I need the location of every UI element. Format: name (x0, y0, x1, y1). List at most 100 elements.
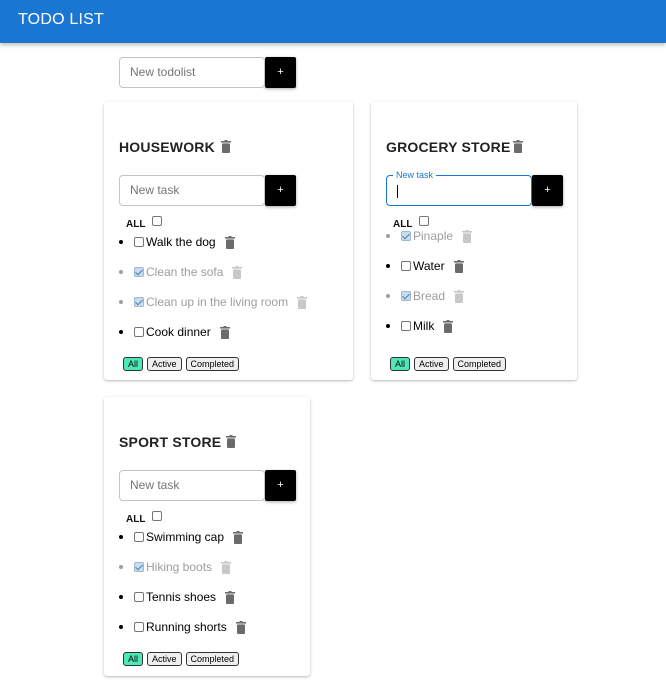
delete-task-icon[interactable] (453, 259, 464, 273)
task-label: Walk the dog (146, 235, 216, 249)
task-label: Running shorts (146, 620, 227, 634)
delete-task-icon[interactable] (235, 620, 246, 634)
filter-active-button[interactable]: Active (414, 357, 449, 371)
task-checkbox[interactable] (134, 237, 144, 247)
add-task-button[interactable]: + (532, 175, 563, 206)
task-item: Pinaple (386, 228, 473, 244)
bullet-icon (386, 234, 390, 238)
task-item: Clean up in the living room (119, 294, 308, 310)
task-label: Clean the sofa (146, 265, 224, 279)
task-label: Water (413, 259, 445, 273)
new-todolist-input[interactable]: New todolist (119, 57, 265, 88)
task-item: Hiking boots (119, 559, 232, 575)
delete-task-icon[interactable] (462, 229, 473, 243)
select-all-row: ALL (126, 511, 162, 525)
bullet-icon (119, 625, 123, 629)
add-task-button[interactable]: + (265, 470, 296, 501)
bullet-icon (386, 264, 390, 268)
task-label: Hiking boots (146, 560, 213, 574)
task-label: Pinaple (413, 229, 454, 243)
delete-task-icon[interactable] (225, 590, 236, 604)
app-title: TODO LIST (18, 11, 104, 28)
task-label: Milk (413, 319, 435, 333)
task-checkbox[interactable] (401, 231, 411, 241)
new-task-input[interactable]: New task (386, 170, 532, 206)
delete-task-icon[interactable] (219, 325, 230, 339)
new-todolist-form: New todolist + (119, 57, 296, 88)
bullet-icon (119, 270, 123, 274)
select-all-checkbox[interactable] (152, 216, 162, 226)
filter-bar: All Active Completed (123, 652, 240, 666)
bullet-icon (386, 294, 390, 298)
bullet-icon (119, 240, 123, 244)
bullet-icon (386, 324, 390, 328)
filter-bar: All Active Completed (123, 357, 240, 371)
list-title: GROCERY STORE (386, 139, 511, 155)
add-todolist-button[interactable]: + (265, 57, 296, 88)
delete-task-icon[interactable] (297, 295, 308, 309)
filter-bar: All Active Completed (390, 357, 507, 371)
select-all-checkbox[interactable] (152, 511, 162, 521)
bullet-icon (119, 595, 123, 599)
task-item: Milk (386, 318, 454, 334)
task-item: Running shorts (119, 619, 246, 635)
filter-all-button[interactable]: All (123, 652, 144, 666)
new-task-input[interactable]: New task (119, 470, 265, 501)
task-label: Tennis shoes (146, 590, 217, 604)
app-bar: TODO LIST (0, 0, 666, 43)
delete-task-icon[interactable] (233, 530, 244, 544)
task-checkbox[interactable] (134, 267, 144, 277)
filter-completed-button[interactable]: Completed (185, 652, 240, 666)
task-item: Cook dinner (119, 324, 230, 340)
delete-list-icon[interactable] (226, 435, 236, 448)
filter-completed-button[interactable]: Completed (185, 357, 240, 371)
bullet-icon (119, 300, 123, 304)
list-title: SPORT STORE (119, 434, 222, 450)
add-task-button[interactable]: + (265, 175, 296, 206)
task-item: Water (386, 258, 464, 274)
todolist-card-housework: HOUSEWORK New task + ALL Walk the dog Cl… (104, 102, 353, 380)
filter-all-button[interactable]: All (123, 357, 144, 371)
text-cursor (397, 185, 398, 198)
task-checkbox[interactable] (401, 291, 411, 301)
task-item: Swimming cap (119, 529, 244, 545)
select-all-label: ALL (126, 514, 146, 525)
filter-active-button[interactable]: Active (147, 357, 182, 371)
bullet-icon (119, 535, 123, 539)
select-all-label: ALL (126, 219, 146, 230)
delete-list-icon[interactable] (221, 140, 231, 153)
task-checkbox[interactable] (134, 297, 144, 307)
task-checkbox[interactable] (401, 261, 411, 271)
task-item: Bread (386, 288, 465, 304)
task-checkbox[interactable] (134, 532, 144, 542)
task-checkbox[interactable] (134, 562, 144, 572)
task-label: Cook dinner (146, 325, 211, 339)
task-label: Swimming cap (146, 530, 225, 544)
new-task-form: New task + (119, 470, 296, 501)
filter-completed-button[interactable]: Completed (452, 357, 507, 371)
select-all-checkbox[interactable] (419, 216, 429, 226)
delete-task-icon[interactable] (232, 265, 243, 279)
task-item: Tennis shoes (119, 589, 236, 605)
task-checkbox[interactable] (134, 327, 144, 337)
task-checkbox[interactable] (134, 592, 144, 602)
task-checkbox[interactable] (401, 321, 411, 331)
task-label: Bread (413, 289, 446, 303)
task-label: Clean up in the living room (146, 295, 289, 309)
delete-list-icon[interactable] (513, 140, 523, 153)
new-task-input[interactable]: New task (119, 175, 265, 206)
todolist-card-grocery-store: GROCERY STORE New task + ALL Pinaple Wat… (371, 102, 577, 380)
delete-task-icon[interactable] (443, 319, 454, 333)
bullet-icon (119, 330, 123, 334)
task-item: Clean the sofa (119, 264, 243, 280)
delete-task-icon[interactable] (224, 235, 235, 249)
filter-active-button[interactable]: Active (147, 652, 182, 666)
task-checkbox[interactable] (134, 622, 144, 632)
new-task-form: New task + (119, 175, 296, 206)
bullet-icon (119, 565, 123, 569)
delete-task-icon[interactable] (221, 560, 232, 574)
filter-all-button[interactable]: All (390, 357, 411, 371)
todolist-card-sport-store: SPORT STORE New task + ALL Swimming cap … (104, 397, 310, 676)
delete-task-icon[interactable] (454, 289, 465, 303)
new-task-floating-label: New task (393, 170, 437, 181)
